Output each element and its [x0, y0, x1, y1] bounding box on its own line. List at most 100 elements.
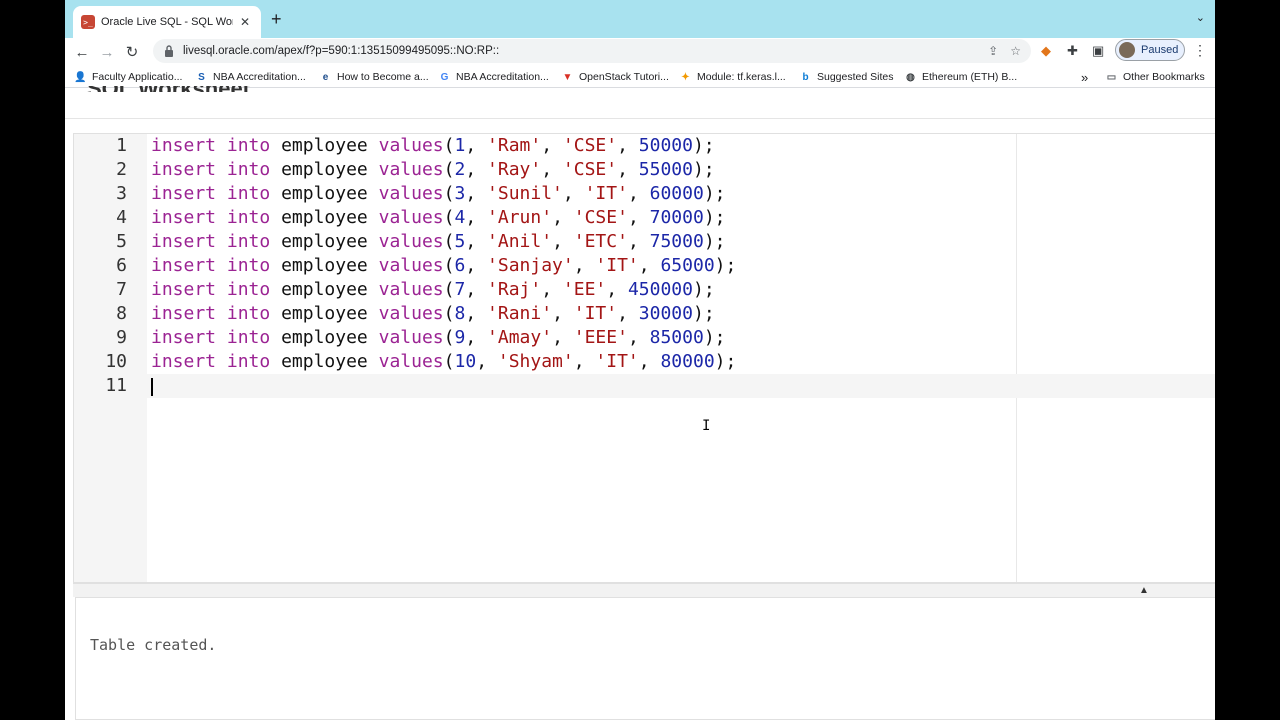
code-line[interactable]: 3 insert into employee values(3, 'Sunil',…	[74, 182, 1215, 206]
sql-statement[interactable]: insert into employee values(10, 'Shyam',…	[151, 350, 736, 374]
value-name: 'Sunil'	[487, 183, 563, 204]
star-icon[interactable]: ☆	[1010, 44, 1021, 58]
sql-statement[interactable]: insert into employee values(8, 'Rani', '…	[151, 302, 715, 326]
menu-icon[interactable]: ⋮	[1193, 42, 1207, 59]
keyword-into: into	[226, 255, 271, 276]
bookmark-item[interactable]: ▼ OpenStack Tutori...	[562, 69, 669, 85]
code-line[interactable]: 7 insert into employee values(7, 'Raj', '…	[74, 278, 1215, 302]
keyword-into: into	[226, 303, 271, 324]
value-name: 'Ray'	[487, 159, 542, 180]
value-salary: 30000	[638, 303, 693, 324]
value-id: 9	[454, 327, 466, 348]
back-icon[interactable]: ←	[71, 41, 93, 63]
value-dept: 'CSE'	[562, 159, 618, 180]
puzzle-extensions-icon[interactable]: ✚	[1067, 43, 1078, 59]
new-tab-button[interactable]: +	[271, 10, 282, 28]
bookmark-item[interactable]: ✦ Module: tf.keras.l...	[680, 69, 785, 85]
keyword-insert: insert	[151, 303, 217, 324]
table-name: employee	[281, 327, 368, 348]
line-number: 5	[116, 231, 127, 252]
code-line[interactable]: 1 insert into employee values(1, 'Ram', '…	[74, 134, 1215, 158]
tab-oracle-live-sql[interactable]: >_ Oracle Live SQL - SQL Worksh ✕	[73, 6, 261, 38]
keyword-insert: insert	[151, 351, 217, 372]
line-number: 10	[105, 351, 127, 372]
sql-statement[interactable]: insert into employee values(3, 'Sunil', …	[151, 182, 726, 206]
table-name: employee	[281, 279, 368, 300]
share-icon[interactable]: ⇪	[988, 44, 998, 58]
folder-icon: ▭	[1106, 71, 1117, 83]
keyword-insert: insert	[151, 159, 217, 180]
sidepanel-icon[interactable]: ▣	[1092, 43, 1104, 59]
code-line[interactable]: 6 insert into employee values(6, 'Sanjay'…	[74, 254, 1215, 278]
reload-icon[interactable]: ↻	[121, 41, 143, 63]
tab-title: Oracle Live SQL - SQL Worksh	[101, 16, 233, 28]
bookmark-item[interactable]: 👤 Faculty Applicatio...	[74, 69, 182, 85]
bookmark-item[interactable]: b Suggested Sites	[800, 69, 893, 85]
sql-statement[interactable]: insert into employee values(7, 'Raj', 'E…	[151, 278, 715, 302]
keyword-values: values	[378, 351, 444, 372]
keyword-into: into	[226, 351, 271, 372]
bookmark-label: OpenStack Tutori...	[579, 71, 669, 83]
keyword-insert: insert	[151, 207, 217, 228]
keyword-into: into	[226, 231, 271, 252]
collapse-up-icon[interactable]: ▲	[1139, 585, 1149, 596]
code-line[interactable]: 4 insert into employee values(4, 'Arun', …	[74, 206, 1215, 230]
address-bar[interactable]: livesql.oracle.com/apex/f?p=590:1:135150…	[153, 39, 1031, 63]
page-title: SQL Worksheet	[87, 86, 250, 92]
bookmark-item[interactable]: G NBA Accreditation...	[439, 69, 549, 85]
sql-statement[interactable]: insert into employee values(9, 'Amay', '…	[151, 326, 726, 350]
line-number: 2	[116, 159, 127, 180]
tab-search-chevron-icon[interactable]: ⌄	[1196, 11, 1205, 24]
value-salary: 75000	[649, 231, 704, 252]
sql-statement[interactable]: insert into employee values(6, 'Sanjay',…	[151, 254, 736, 278]
url-text[interactable]: livesql.oracle.com/apex/f?p=590:1:135150…	[183, 45, 976, 57]
code-line[interactable]: 2 insert into employee values(2, 'Ray', '…	[74, 158, 1215, 182]
keyword-into: into	[226, 279, 271, 300]
result-message: Table created.	[90, 636, 217, 654]
sql-statement[interactable]: insert into employee values(4, 'Arun', '…	[151, 206, 726, 230]
keyword-values: values	[378, 327, 444, 348]
bookmark-item[interactable]: e How to Become a...	[320, 69, 429, 85]
value-id: 10	[454, 351, 477, 372]
table-name: employee	[281, 207, 368, 228]
code-line[interactable]: 10 insert into employee values(10, 'Shyam…	[74, 350, 1215, 374]
bookmarks-overflow-icon[interactable]: »	[1081, 69, 1088, 85]
value-salary: 65000	[660, 255, 715, 276]
pane-splitter[interactable]: ▲	[73, 583, 1215, 597]
keyword-into: into	[226, 135, 271, 156]
other-bookmarks[interactable]: ▭ Other Bookmarks	[1106, 69, 1205, 85]
close-tab-icon[interactable]: ✕	[237, 15, 253, 29]
code-line[interactable]: 5 insert into employee values(5, 'Anil', …	[74, 230, 1215, 254]
keyword-values: values	[378, 231, 444, 252]
bookmark-item[interactable]: S NBA Accreditation...	[196, 69, 306, 85]
code-lines[interactable]: 1 insert into employee values(1, 'Ram', '…	[74, 134, 1215, 398]
keyword-into: into	[226, 183, 271, 204]
keyword-into: into	[226, 207, 271, 228]
value-name: 'Amay'	[487, 327, 553, 348]
value-name: 'Arun'	[487, 207, 553, 228]
keyword-values: values	[378, 183, 444, 204]
forward-icon[interactable]: →	[96, 41, 118, 63]
bookmark-icon: e	[322, 71, 329, 83]
code-line[interactable]: 9 insert into employee values(9, 'Amay', …	[74, 326, 1215, 350]
openstack-icon: ▼	[562, 71, 573, 83]
value-id: 1	[454, 135, 466, 156]
fox-extension-icon[interactable]: ◆	[1041, 43, 1051, 59]
lock-icon[interactable]	[163, 45, 175, 57]
keyword-values: values	[378, 303, 444, 324]
divider	[65, 118, 1215, 119]
sql-statement[interactable]: insert into employee values(1, 'Ram', 'C…	[151, 134, 715, 158]
sql-statement[interactable]: insert into employee values(5, 'Anil', '…	[151, 230, 726, 254]
profile-paused-button[interactable]: Paused	[1115, 39, 1185, 61]
text-caret	[151, 378, 153, 396]
value-id: 8	[454, 303, 466, 324]
keyword-values: values	[378, 207, 444, 228]
code-line-empty[interactable]: 11	[74, 374, 1215, 398]
value-salary: 50000	[638, 135, 693, 156]
code-line[interactable]: 8 insert into employee values(8, 'Rani', …	[74, 302, 1215, 326]
bookmark-item[interactable]: ◍ Ethereum (ETH) B...	[905, 69, 1017, 85]
avatar	[1119, 42, 1135, 58]
value-id: 5	[454, 231, 466, 252]
sql-editor[interactable]: 1 insert into employee values(1, 'Ram', '…	[73, 133, 1215, 583]
sql-statement[interactable]: insert into employee values(2, 'Ray', 'C…	[151, 158, 715, 182]
